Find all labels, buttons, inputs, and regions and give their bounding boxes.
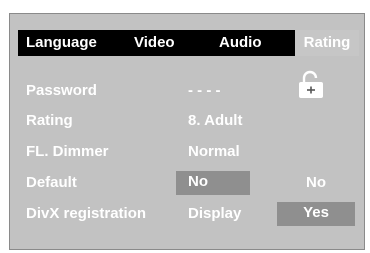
password-label: Password — [26, 82, 97, 99]
password-value[interactable]: - - - - — [188, 80, 220, 102]
fl-dimmer-value[interactable]: Normal — [188, 141, 240, 163]
divx-registration-label: DivX registration — [26, 205, 147, 222]
tab-video[interactable]: Video — [134, 30, 175, 56]
tab-language[interactable]: Language — [26, 30, 97, 56]
tab-rating[interactable]: Rating — [295, 30, 359, 56]
dvd-setup-screen: Language Video Audio Rating Password - -… — [9, 13, 365, 250]
divx-registration-value[interactable]: Display — [188, 203, 241, 225]
unlocked-padlock-icon — [299, 70, 323, 98]
tab-audio[interactable]: Audio — [219, 30, 262, 56]
option-no[interactable]: No — [277, 172, 355, 194]
rating-value[interactable]: 8. Adult — [188, 110, 242, 132]
setup-tab-bar: Language Video Audio Rating — [18, 30, 359, 56]
rating-label: Rating — [26, 112, 73, 129]
default-label: Default — [26, 174, 77, 191]
option-yes[interactable]: Yes — [277, 202, 355, 226]
default-value[interactable]: No — [176, 171, 250, 195]
fl-dimmer-label: FL. Dimmer — [26, 143, 109, 160]
